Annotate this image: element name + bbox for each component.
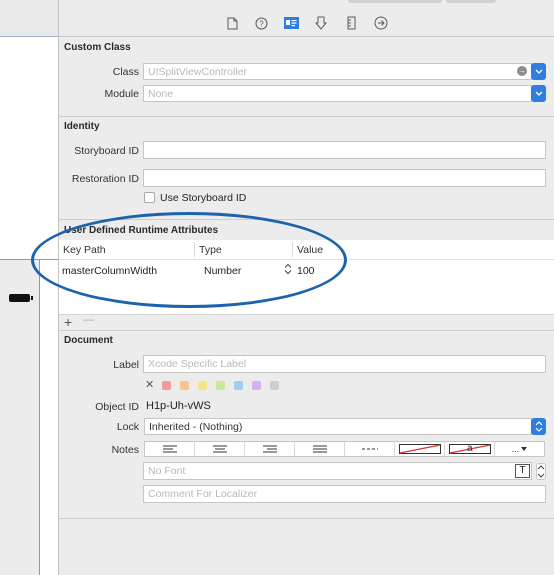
label-color-purple[interactable] — [252, 381, 261, 390]
notes-label: Notes — [111, 444, 139, 456]
tab-bar-divider — [59, 36, 554, 37]
more-format-button[interactable]: ... — [495, 442, 544, 456]
custom-class-section-title: Custom Class — [64, 42, 131, 53]
class-placeholder: UISplitViewController — [148, 66, 248, 78]
class-field[interactable]: UISplitViewController — [143, 63, 532, 80]
label-color-yellow[interactable] — [198, 381, 207, 390]
label-color-gray[interactable] — [270, 381, 279, 390]
canvas-top-bar — [0, 0, 58, 37]
lock-popup-button[interactable] — [531, 418, 546, 435]
xcode-label-placeholder: Xcode Specific Label — [148, 358, 247, 370]
class-dropdown-button[interactable] — [531, 63, 546, 80]
module-field[interactable]: None — [143, 85, 532, 102]
align-justify-button[interactable] — [295, 442, 345, 456]
highlight-annotation — [31, 212, 347, 308]
label-color-green[interactable] — [216, 381, 225, 390]
attributes-inspector-icon[interactable] — [312, 14, 330, 32]
no-color-swatch[interactable] — [395, 442, 445, 456]
object-id-value: H1p-Uh-vWS — [146, 400, 211, 412]
use-storyboard-id-checkbox[interactable] — [144, 192, 155, 203]
section-divider — [59, 518, 554, 519]
file-inspector-icon[interactable] — [223, 14, 241, 32]
comment-placeholder: Comment For Localizer — [148, 488, 258, 500]
battery-tip — [31, 296, 33, 300]
canvas-divider — [0, 36, 58, 37]
module-placeholder: None — [148, 88, 174, 100]
class-label: Class — [112, 66, 139, 78]
label-label: Label — [113, 359, 139, 371]
comment-for-localizer-field[interactable]: Comment For Localizer — [143, 485, 546, 503]
restoration-id-field[interactable] — [143, 169, 546, 187]
font-size-stepper[interactable] — [536, 463, 546, 480]
battery-icon — [9, 294, 30, 302]
restoration-id-label: Restoration ID — [71, 173, 139, 185]
quick-help-icon[interactable]: ? — [252, 14, 270, 32]
use-storyboard-id-label: Use Storyboard ID — [160, 192, 247, 204]
xcode-label-field[interactable]: Xcode Specific Label — [143, 355, 546, 373]
module-dropdown-button[interactable] — [531, 85, 546, 102]
section-divider — [59, 330, 554, 331]
toolbar-button-edge[interactable] — [348, 0, 442, 3]
identity-inspector-icon[interactable] — [282, 14, 300, 32]
font-picker-icon[interactable]: T — [515, 464, 530, 478]
module-label: Module — [104, 88, 139, 100]
label-color-blue[interactable] — [234, 381, 243, 390]
clear-label-color-icon[interactable]: ✕ — [145, 378, 154, 391]
font-field[interactable]: No Font — [143, 462, 532, 480]
connections-inspector-icon[interactable] — [372, 14, 390, 32]
size-inspector-icon[interactable] — [342, 14, 360, 32]
horizontal-rule-button[interactable] — [345, 442, 395, 456]
object-id-label: Object ID — [95, 401, 139, 413]
inspector-tab-bar: ? — [59, 10, 554, 36]
notes-format-bar: a ... — [144, 441, 545, 457]
font-placeholder: No Font — [148, 465, 186, 477]
device-preview — [0, 260, 40, 575]
label-color-red[interactable] — [162, 381, 171, 390]
more-format-label: ... — [511, 444, 520, 454]
storyboard-id-label: Storyboard ID — [74, 145, 139, 157]
storyboard-id-field[interactable] — [143, 141, 546, 159]
remove-attribute-button[interactable]: — — [83, 314, 94, 326]
text-color-swatch[interactable]: a — [445, 442, 495, 456]
label-color-orange[interactable] — [180, 381, 189, 390]
text-color-letter: a — [467, 443, 473, 454]
lock-value: Inherited - (Nothing) — [149, 421, 243, 433]
svg-text:?: ? — [259, 19, 264, 28]
go-to-class-icon[interactable]: → — [517, 66, 527, 76]
align-left-button[interactable] — [145, 442, 195, 456]
identity-section-title: Identity — [64, 121, 100, 132]
add-attribute-button[interactable]: + — [64, 314, 72, 330]
align-right-button[interactable] — [245, 442, 295, 456]
align-center-button[interactable] — [195, 442, 245, 456]
document-section-title: Document — [64, 335, 113, 346]
lock-label: Lock — [116, 421, 139, 433]
toolbar-button-edge[interactable] — [446, 0, 496, 3]
section-divider — [59, 116, 554, 117]
lock-popup[interactable]: Inherited - (Nothing) — [144, 418, 532, 435]
